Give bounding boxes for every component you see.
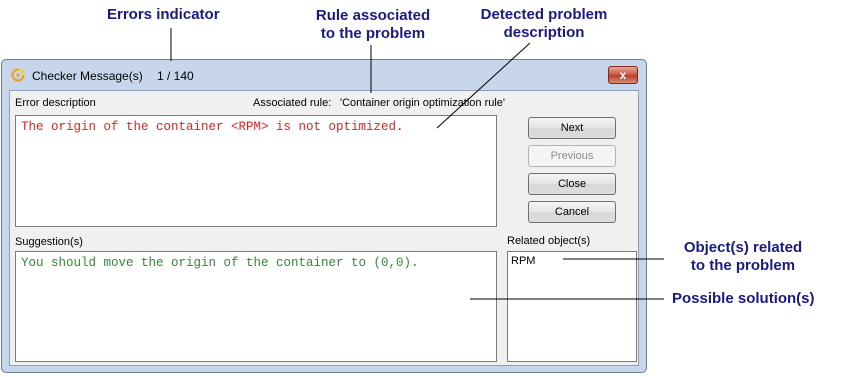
callout-lines [170, 28, 664, 300]
pointer-detected [436, 42, 531, 129]
